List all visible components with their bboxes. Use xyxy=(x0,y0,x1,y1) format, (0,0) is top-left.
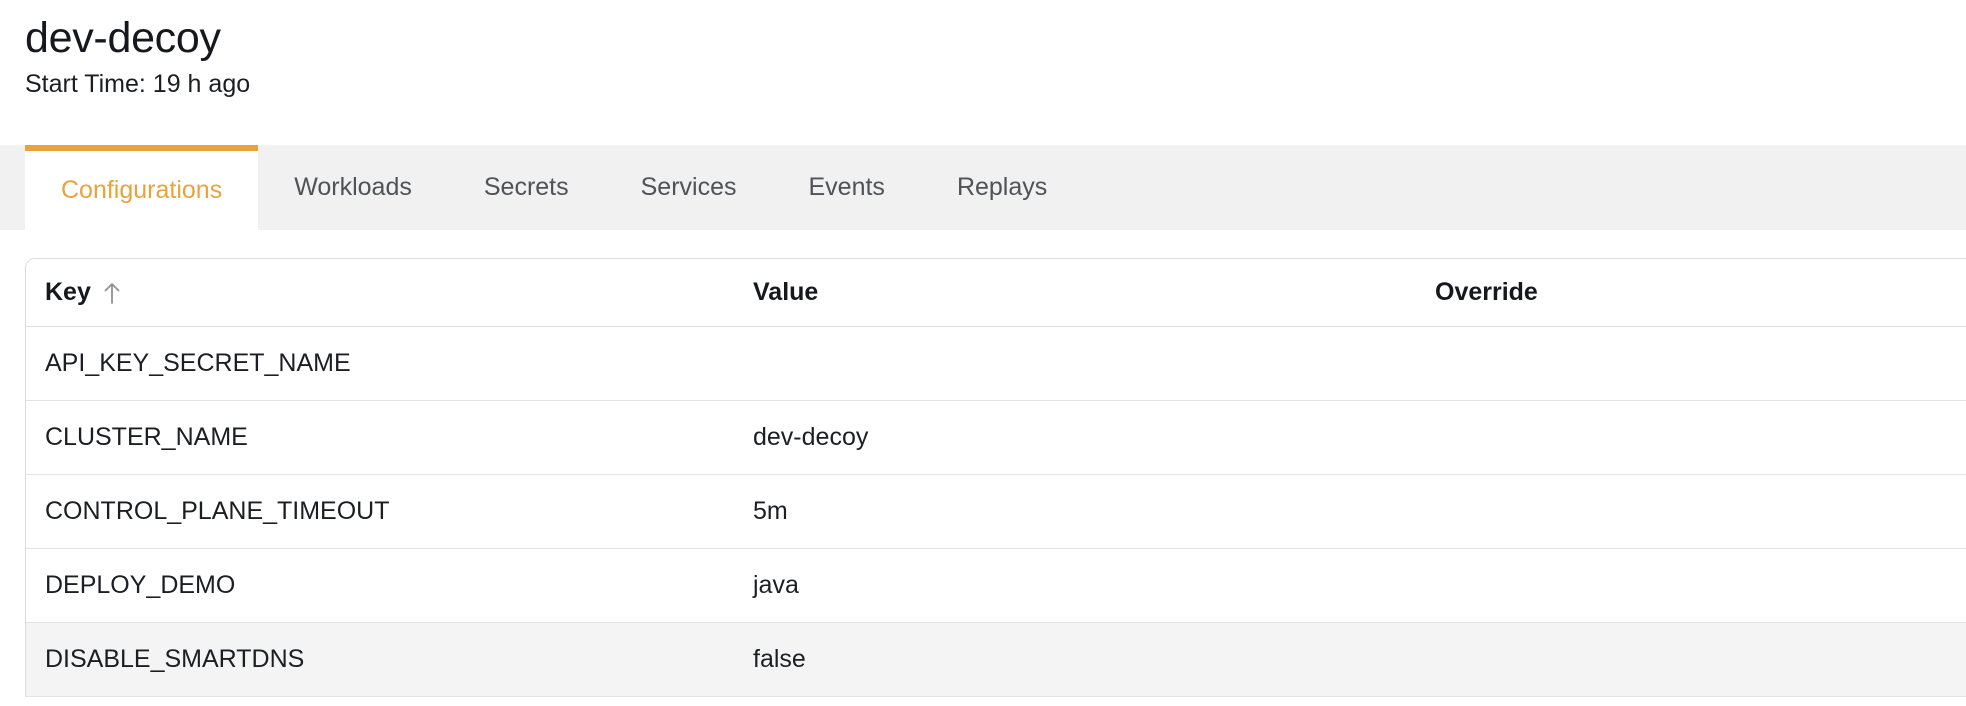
configurations-table: Key Value Override API_KEY_SECRET_NAME C… xyxy=(26,259,1966,697)
page-header: dev-decoy Start Time: 19 h ago xyxy=(0,0,1966,99)
column-header-override-label: Override xyxy=(1435,278,1538,306)
column-header-override[interactable]: Override xyxy=(1416,259,1966,327)
tab-bar: Configurations Workloads Secrets Services Ev… xyxy=(0,145,1966,230)
cell-key: DISABLE_SMARTDNS xyxy=(26,622,734,697)
column-header-key[interactable]: Key xyxy=(26,259,734,327)
cell-value xyxy=(734,326,1416,401)
table-body: API_KEY_SECRET_NAME CLUSTER_NAME dev-decoy… xyxy=(26,326,1966,697)
cell-key: CLUSTER_NAME xyxy=(26,400,734,475)
tab-configurations[interactable]: Configurations xyxy=(25,145,259,230)
tab-secrets[interactable]: Secrets xyxy=(448,145,605,230)
cell-key: DEPLOY_DEMO xyxy=(26,548,734,623)
arrow-up-icon xyxy=(103,281,121,305)
cell-override xyxy=(1416,326,1966,401)
table-row[interactable]: CONTROL_PLANE_TIMEOUT 5m xyxy=(26,474,1966,549)
cell-value: false xyxy=(734,622,1416,697)
column-header-key-label: Key xyxy=(45,278,91,306)
cell-override xyxy=(1416,548,1966,623)
tab-label: Secrets xyxy=(483,173,569,201)
table-header: Key Value Override xyxy=(26,259,1966,327)
tab-workloads[interactable]: Workloads xyxy=(258,145,448,230)
cell-value: dev-decoy xyxy=(734,400,1416,475)
cell-key: CONTROL_PLANE_TIMEOUT xyxy=(26,474,734,549)
tab-events[interactable]: Events xyxy=(773,145,921,230)
column-header-value[interactable]: Value xyxy=(734,259,1416,327)
cell-override xyxy=(1416,400,1966,475)
tab-services[interactable]: Services xyxy=(605,145,773,230)
table-row[interactable]: CLUSTER_NAME dev-decoy xyxy=(26,400,1966,475)
column-header-value-label: Value xyxy=(753,278,819,306)
cell-key: API_KEY_SECRET_NAME xyxy=(26,326,734,401)
cell-value: java xyxy=(734,548,1416,623)
table-row[interactable]: DISABLE_SMARTDNS false xyxy=(26,622,1966,697)
tab-label: Replays xyxy=(956,173,1048,201)
tab-label: Configurations xyxy=(61,176,223,204)
table-row[interactable]: API_KEY_SECRET_NAME xyxy=(26,326,1966,401)
configurations-page: dev-decoy Start Time: 19 h ago Configura… xyxy=(0,0,1966,706)
start-time-label: Start Time: 19 h ago xyxy=(25,70,251,99)
table-row[interactable]: DEPLOY_DEMO java xyxy=(26,548,1966,623)
page-title: dev-decoy xyxy=(25,14,221,62)
cell-override xyxy=(1416,474,1966,549)
configurations-table-container: Key Value Override API_KEY_SECRET_NAME C… xyxy=(25,258,1966,697)
tab-label: Services xyxy=(640,173,737,201)
tab-label: Events xyxy=(808,173,885,201)
tab-label: Workloads xyxy=(294,173,412,201)
cell-value: 5m xyxy=(734,474,1416,549)
tab-replays[interactable]: Replays xyxy=(921,145,1083,230)
cell-override xyxy=(1416,622,1966,697)
table-header-row: Key Value Override xyxy=(26,259,1966,327)
